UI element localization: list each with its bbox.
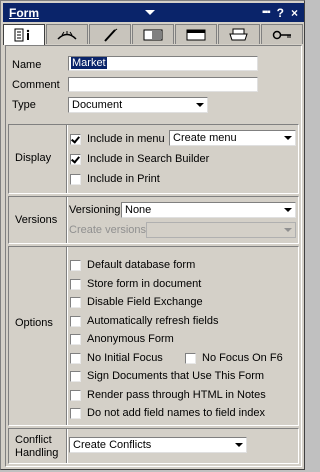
no-field-names-checkbox[interactable]: Do not add field names to field index xyxy=(70,406,265,420)
sign-documents-checkbox[interactable]: Sign Documents that Use This Form xyxy=(70,369,264,383)
include-menu-checkbox[interactable]: Include in menu xyxy=(70,132,165,146)
menu-select[interactable]: Create menu xyxy=(169,130,296,146)
display-group: Display Include in menu Create menu Incl… xyxy=(8,124,299,194)
window-title: Form xyxy=(9,5,39,20)
versions-group: Versions Versioning None Create versions xyxy=(8,196,299,244)
options-group: Options Default database form Store form… xyxy=(8,246,299,426)
name-label: Name xyxy=(12,59,42,71)
conflict-select[interactable]: Create Conflicts xyxy=(69,437,247,453)
versioning-label: Versioning xyxy=(69,204,121,216)
include-search-checkbox[interactable]: Include in Search Builder xyxy=(70,152,209,166)
tab-background[interactable] xyxy=(132,24,174,44)
hat-icon xyxy=(57,30,77,40)
display-label: Display xyxy=(15,152,52,164)
tab-design[interactable] xyxy=(89,24,131,44)
header-icon xyxy=(186,29,206,40)
options-label: Options xyxy=(15,317,53,329)
title-bar: Form ▪▪▪ ? × xyxy=(3,3,304,22)
chevron-down-icon xyxy=(145,10,155,15)
disable-field-exchange-checkbox[interactable]: Disable Field Exchange xyxy=(70,295,203,309)
name-field[interactable]: Market xyxy=(68,56,258,71)
tab-launch[interactable] xyxy=(46,24,88,44)
create-versions-label: Create versions xyxy=(69,224,147,236)
include-print-checkbox[interactable]: Include in Print xyxy=(70,172,160,186)
title-controls: ▪▪▪ ? × xyxy=(262,6,304,20)
conflict-group: Conflict Handling Create Conflicts xyxy=(8,428,299,464)
properties-window: Form ▪▪▪ ? × Name Market Comment Type Do… xyxy=(0,0,305,470)
no-focus-f6-checkbox[interactable]: No Focus On F6 xyxy=(185,351,283,365)
auto-refresh-checkbox[interactable]: Automatically refresh fields xyxy=(70,314,218,328)
chevron-down-icon xyxy=(281,223,295,237)
store-form-checkbox[interactable]: Store form in document xyxy=(70,277,201,291)
background-icon xyxy=(143,29,163,40)
no-initial-focus-checkbox[interactable]: No Initial Focus xyxy=(70,351,163,365)
close-icon[interactable]: × xyxy=(291,6,298,20)
tab-strip xyxy=(3,24,304,45)
chevron-down-icon xyxy=(193,98,207,112)
printer-icon xyxy=(229,28,248,40)
conflict-label-line1: Conflict xyxy=(15,434,52,446)
brush-icon xyxy=(104,28,118,42)
chevron-down-icon xyxy=(232,438,246,452)
comment-field[interactable] xyxy=(68,77,258,92)
info-icon xyxy=(14,28,30,42)
default-db-form-checkbox[interactable]: Default database form xyxy=(70,258,195,272)
object-selector[interactable]: Form xyxy=(3,3,159,22)
versioning-select[interactable]: None xyxy=(121,202,296,218)
chevron-down-icon xyxy=(281,131,295,145)
type-label: Type xyxy=(12,99,36,111)
tab-security[interactable] xyxy=(261,24,303,44)
tab-info[interactable] xyxy=(3,24,45,45)
versions-label: Versions xyxy=(15,214,58,226)
properties-panel: Name Market Comment Type Document Displa… xyxy=(5,45,302,467)
tab-print[interactable] xyxy=(218,24,260,44)
tab-header[interactable] xyxy=(175,24,217,44)
key-icon xyxy=(272,30,291,39)
render-pass-checkbox[interactable]: Render pass through HTML in Notes xyxy=(70,388,266,402)
conflict-label-line2: Handling xyxy=(15,447,59,459)
type-select[interactable]: Document xyxy=(68,97,208,113)
create-versions-select[interactable] xyxy=(146,222,296,238)
chevron-down-icon xyxy=(281,203,295,217)
anonymous-form-checkbox[interactable]: Anonymous Form xyxy=(70,332,174,346)
dots-icon[interactable]: ▪▪▪ xyxy=(262,7,271,18)
help-icon[interactable]: ? xyxy=(277,6,284,20)
comment-label: Comment xyxy=(12,79,60,91)
